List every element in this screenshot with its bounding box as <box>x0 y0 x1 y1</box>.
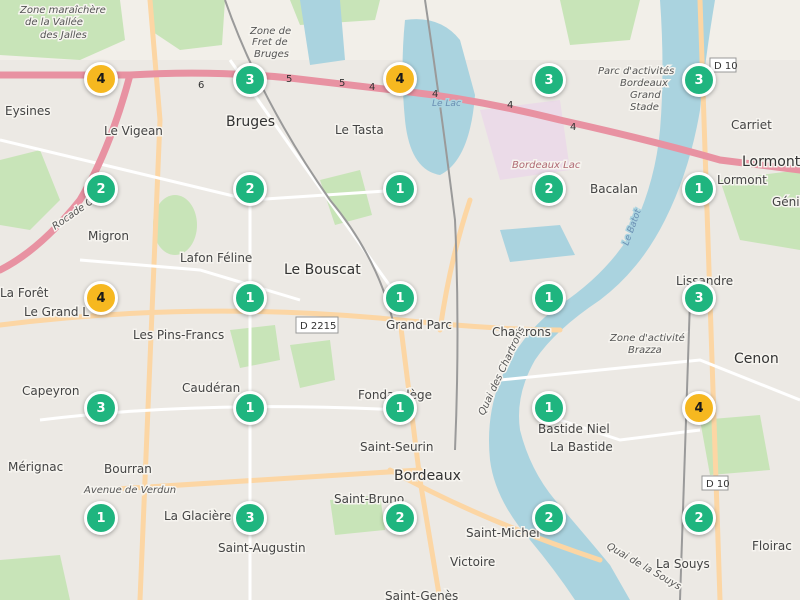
cluster-marker[interactable]: 3 <box>233 501 267 535</box>
label-zone-maraichere-1: Zone maraîchère <box>19 4 106 16</box>
label-lormont-2: Lormont <box>717 173 767 187</box>
cluster-marker[interactable]: 1 <box>233 281 267 315</box>
label-saint-genes: Saint-Genès <box>385 589 458 600</box>
label-zone-brazza-2: Brazza <box>628 345 662 356</box>
cluster-marker[interactable]: 1 <box>682 172 716 206</box>
shield-route-4b: 4 <box>432 89 438 100</box>
label-saint-augustin: Saint-Augustin <box>218 541 306 555</box>
cluster-marker[interactable]: 2 <box>383 501 417 535</box>
svg-text:D 10: D 10 <box>714 61 738 72</box>
cluster-marker[interactable]: 1 <box>532 391 566 425</box>
label-parc-3: Grand <box>630 90 661 101</box>
shield-route-4c: 4 <box>507 100 513 111</box>
label-la-souys: La Souys <box>656 557 710 571</box>
label-la-foret: La Forêt <box>0 286 49 300</box>
cluster-marker[interactable]: 2 <box>532 501 566 535</box>
label-le-tasta: Le Tasta <box>335 123 384 137</box>
label-le-bouscat: Le Bouscat <box>284 262 361 278</box>
label-bordeaux-lac: Bordeaux Lac <box>512 160 581 171</box>
label-grand-parc: Grand Parc <box>386 318 452 332</box>
label-avenue-verdun: Avenue de Verdun <box>83 485 176 496</box>
label-cauderan: Caudéran <box>182 381 240 395</box>
shield-route-4d: 4 <box>570 122 576 133</box>
label-zone-fret-2: Fret de <box>252 37 288 48</box>
cluster-marker[interactable]: 4 <box>84 281 118 315</box>
label-parc-1: Parc d'activités <box>598 65 674 77</box>
label-la-bastide: La Bastide <box>550 440 613 454</box>
cluster-marker[interactable]: 1 <box>233 391 267 425</box>
svg-text:D 2215: D 2215 <box>300 321 336 332</box>
cluster-marker[interactable]: 3 <box>84 391 118 425</box>
cluster-marker[interactable]: 1 <box>383 281 417 315</box>
label-lafon-feline: Lafon Féline <box>180 251 252 265</box>
cluster-marker[interactable]: 3 <box>532 63 566 97</box>
cluster-marker[interactable]: 1 <box>84 501 118 535</box>
cluster-marker[interactable]: 2 <box>84 172 118 206</box>
label-lormont-1: Lormont <box>742 154 800 170</box>
label-capeyron: Capeyron <box>22 384 79 398</box>
cluster-marker[interactable]: 2 <box>532 172 566 206</box>
label-parc-4: Stade <box>630 102 659 113</box>
cluster-marker[interactable]: 3 <box>682 281 716 315</box>
label-bordeaux: Bordeaux <box>394 468 461 484</box>
label-saint-michel: Saint-Michel <box>466 526 540 540</box>
cluster-marker[interactable]: 1 <box>532 281 566 315</box>
label-merignac: Mérignac <box>8 460 63 474</box>
label-le-grand-lac: Le Grand L <box>24 305 89 319</box>
cluster-marker[interactable]: 2 <box>682 501 716 535</box>
label-bruges: Bruges <box>226 114 275 130</box>
shield-d10-bottom: D 10 <box>701 475 730 491</box>
label-migron: Migron <box>88 229 129 243</box>
label-bacalan: Bacalan <box>590 182 638 196</box>
cluster-marker[interactable]: 3 <box>682 63 716 97</box>
label-le-vigean: Le Vigean <box>104 124 163 138</box>
label-saint-seurin: Saint-Seurin <box>360 440 433 454</box>
cluster-marker[interactable]: 4 <box>84 62 118 96</box>
label-zone-maraichere-3: des Jalles <box>40 30 87 41</box>
label-le-lac: Le Lac <box>432 99 461 109</box>
label-zone-fret-1: Zone de <box>249 26 291 37</box>
label-la-glaciere: La Glacière <box>164 509 231 523</box>
label-floirac: Floirac <box>752 539 792 553</box>
cluster-marker[interactable]: 2 <box>233 172 267 206</box>
label-eysines: Eysines <box>5 104 51 118</box>
label-les-pins-francs: Les Pins-Francs <box>133 328 224 342</box>
label-genic: Génic <box>772 195 800 209</box>
shield-route-5b: 5 <box>339 78 345 89</box>
label-bourran: Bourran <box>104 462 152 476</box>
cluster-marker[interactable]: 1 <box>383 172 417 206</box>
cluster-marker[interactable]: 4 <box>682 391 716 425</box>
label-zone-maraichere-2: de la Vallée <box>25 16 83 28</box>
shield-route-6: 6 <box>198 80 204 91</box>
label-zone-fret-3: Bruges <box>254 49 289 60</box>
shield-d10-top: D 10 <box>709 57 738 73</box>
shield-route-5: 5 <box>286 74 292 85</box>
label-victoire: Victoire <box>450 555 495 569</box>
label-carriet: Carriet <box>731 118 772 132</box>
label-zone-brazza-1: Zone d'activité <box>609 332 685 344</box>
cluster-marker[interactable]: 3 <box>233 63 267 97</box>
shield-d2215: D 2215 <box>295 316 339 334</box>
shield-route-4a: 4 <box>369 82 375 93</box>
svg-text:D 10: D 10 <box>706 479 730 490</box>
cluster-marker[interactable]: 1 <box>383 391 417 425</box>
label-parc-2: Bordeaux <box>620 78 668 89</box>
label-cenon: Cenon <box>734 351 779 367</box>
cluster-marker[interactable]: 4 <box>383 62 417 96</box>
